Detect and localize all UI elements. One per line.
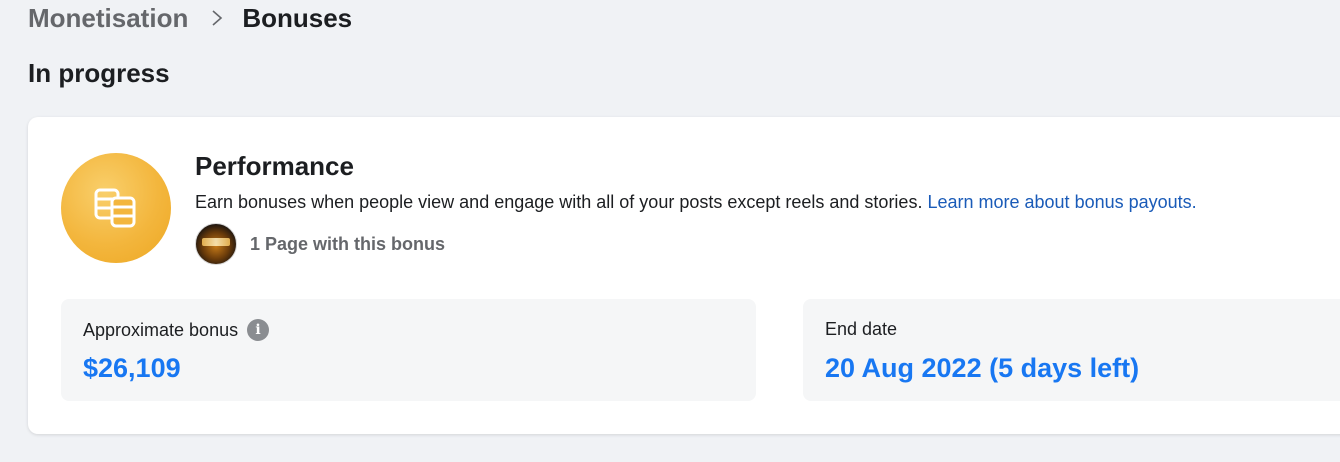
approximate-bonus-panel: Approximate bonus i $26,109 — [61, 299, 756, 401]
end-date-label: End date — [825, 319, 898, 339]
chevron-right-icon — [206, 7, 228, 29]
end-date-value: 20 Aug 2022 (5 days left) — [825, 353, 1140, 383]
learn-more-link[interactable]: Learn more about bonus payouts. — [927, 192, 1196, 212]
bonus-title: Performance — [195, 151, 354, 181]
section-title: In progress — [28, 58, 170, 88]
breadcrumb-monetisation-link[interactable]: Monetisation — [28, 3, 188, 34]
bonus-card: Performance Earn bonuses when people vie… — [28, 117, 1340, 434]
coins-icon — [61, 153, 171, 263]
breadcrumb: Monetisation Bonuses — [28, 2, 352, 34]
bonus-description-text: Earn bonuses when people view and engage… — [195, 192, 923, 212]
pages-row[interactable]: 1 Page with this bonus — [195, 223, 445, 265]
approximate-bonus-label: Approximate bonus — [83, 319, 239, 340]
breadcrumb-current: Bonuses — [242, 2, 353, 33]
approximate-bonus-value: $26,109 — [83, 353, 181, 383]
bonus-description: Earn bonuses when people view and engage… — [195, 192, 1197, 213]
page-avatar — [195, 223, 237, 265]
approximate-bonus-label-row: Approximate bonus i — [83, 319, 270, 341]
pages-count-label: 1 Page with this bonus — [250, 233, 446, 254]
end-date-panel: End date 20 Aug 2022 (5 days left) — [803, 299, 1340, 401]
info-icon[interactable]: i — [247, 319, 270, 341]
